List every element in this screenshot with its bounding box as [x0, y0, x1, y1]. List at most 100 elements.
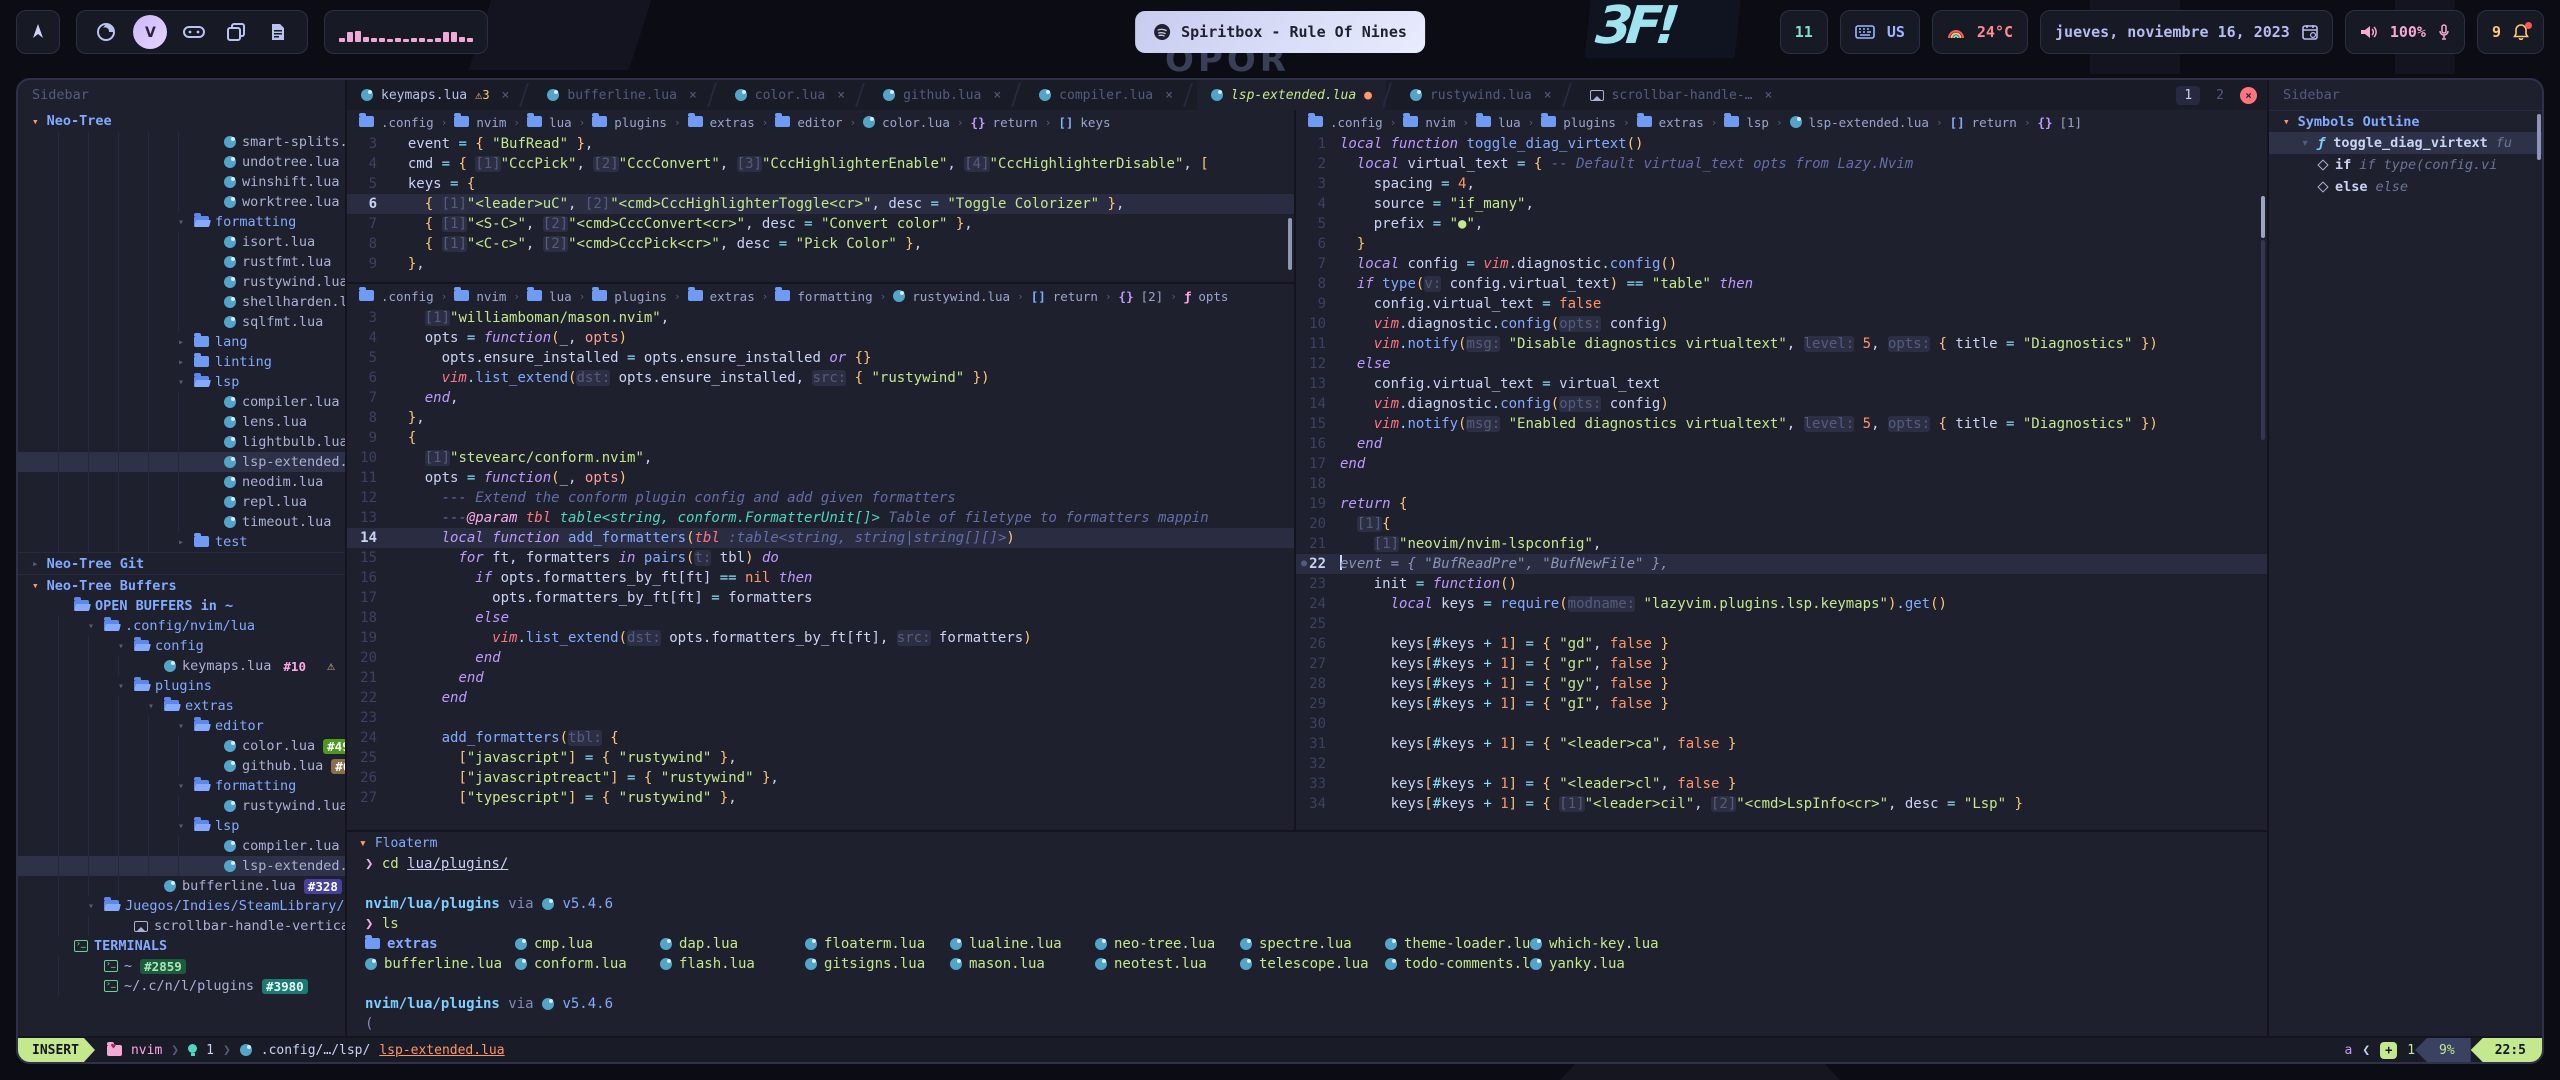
tree-item[interactable]: lsp-extended.lu[+] [18, 452, 345, 472]
now-playing-widget[interactable]: Spiritbox - Rule Of Nines [1135, 11, 1425, 53]
tabpage-2[interactable]: 2 [2208, 86, 2232, 105]
code-line[interactable]: 28 keys[#keys + 1] = { "gy", false } [1296, 674, 2267, 694]
tree-item[interactable]: smart-splits.lua [18, 132, 345, 152]
split-rustywind-lua[interactable]: .config›nvim›lua›plugins›extras›formatti… [347, 282, 1294, 830]
app-button-firefox[interactable] [91, 17, 121, 47]
tree-item[interactable]: ▾.config/nvim/lua [18, 616, 345, 636]
split-color-lua[interactable]: .config›nvim›lua›plugins›extras›editor›c… [347, 110, 1294, 282]
tree-item[interactable]: isort.lua [18, 232, 345, 252]
tree-item[interactable]: lens.lua [18, 412, 345, 432]
close-tab-icon[interactable]: × [1544, 88, 1552, 103]
tree-item[interactable]: neodim.lua [18, 472, 345, 492]
code-line[interactable]: 9 { [347, 428, 1294, 448]
code-line[interactable]: 1local function toggle_diag_virtext() [1296, 134, 2267, 154]
section-header-neo-tree[interactable]: ▾Neo-Tree [18, 110, 345, 132]
chevron-down-icon[interactable]: ▾ [178, 377, 194, 388]
code-line[interactable]: 8 if type(v: config.virtual_text) == "ta… [1296, 274, 2267, 294]
outline-symbol-else[interactable]: elseelse [2269, 176, 2542, 198]
tree-item[interactable]: ▾editor [18, 716, 345, 736]
volume-pill[interactable]: 100% [2345, 10, 2465, 54]
tree-item[interactable]: ▾formatting [18, 776, 345, 796]
code-line[interactable]: 18 [1296, 474, 2267, 494]
code-line[interactable]: 6 } [1296, 234, 2267, 254]
code-line[interactable]: 5 keys = { [347, 174, 1294, 194]
close-tab-icon[interactable]: × [502, 88, 510, 103]
close-tab-icon[interactable]: × [1165, 88, 1173, 103]
tree-item[interactable]: lsp-extended.lu[+] [18, 856, 345, 876]
code-line[interactable]: 20 [1]{ [1296, 514, 2267, 534]
tree-item[interactable]: undotree.lua [18, 152, 345, 172]
tree-item[interactable]: worktree.lua [18, 192, 345, 212]
code-line[interactable]: 33 keys[#keys + 1] = { "<leader>cl", fal… [1296, 774, 2267, 794]
app-button-gamepad[interactable] [179, 17, 209, 47]
close-tab-icon[interactable]: × [837, 88, 845, 103]
app-button-document[interactable] [263, 17, 293, 47]
tree-item[interactable]: ▸lang [18, 332, 345, 352]
chevron-down-icon[interactable]: ▾ [178, 217, 194, 228]
tree-item[interactable]: ▾Juegos/Indies/SteamLibrary/st [18, 896, 345, 916]
code-line[interactable]: 12 else [1296, 354, 2267, 374]
code-line[interactable]: 29 keys[#keys + 1] = { "gI", false } [1296, 694, 2267, 714]
tree-item[interactable]: ▾plugins [18, 676, 345, 696]
code-line[interactable]: 21 [1]"neovim/nvim-lspconfig", [1296, 534, 2267, 554]
chevron-down-icon[interactable]: ▾ [178, 721, 194, 732]
code-line[interactable]: 5 prefix = "●", [1296, 214, 2267, 234]
code-line[interactable]: 12 --- Extend the conform plugin config … [347, 488, 1294, 508]
code-line[interactable]: 20 end [347, 648, 1294, 668]
code-line[interactable]: 22 end [347, 688, 1294, 708]
code-line[interactable]: 10 vim.diagnostic.config(opts: config) [1296, 314, 2267, 334]
tree-item[interactable]: TERMINALS [18, 936, 345, 956]
chevron-down-icon[interactable]: ▾ [148, 701, 164, 712]
tree-item[interactable]: ▸linting [18, 352, 345, 372]
code-line[interactable]: 26 ["javascriptreact"] = { "rustywind" }… [347, 768, 1294, 788]
editor-tab-keymaps-lua[interactable]: keymaps.lua⚠3× [347, 80, 523, 110]
section-header-neo-tree-git[interactable]: ▸Neo-Tree Git [18, 552, 345, 574]
weather-pill[interactable]: 24°C [1932, 10, 2028, 54]
editor-tab-rustywind-lua[interactable]: rustywind.lua× [1396, 80, 1566, 110]
code-line[interactable]: 15 vim.notify(msg: "Enabled diagnostics … [1296, 414, 2267, 434]
code-line[interactable]: 16 end [1296, 434, 2267, 454]
code-line[interactable]: 6 { [1]"<leader>uC", [2]"<cmd>CccHighlig… [347, 194, 1294, 214]
close-tab-icon[interactable]: × [1764, 88, 1772, 103]
code-line[interactable]: 21 end [347, 668, 1294, 688]
tree-item[interactable]: ▾lsp [18, 816, 345, 836]
tree-item[interactable]: rustywind.lua#726 [18, 796, 345, 816]
code-line[interactable]: 10 [1]"stevearc/conform.nvim", [347, 448, 1294, 468]
code-line[interactable]: 24 local keys = require(modname: "lazyvi… [1296, 594, 2267, 614]
code-line[interactable]: 6 vim.list_extend(dst: opts.ensure_insta… [347, 368, 1294, 388]
tree-item[interactable]: lightbulb.lua [18, 432, 345, 452]
code-line[interactable]: 11 vim.notify(msg: "Disable diagnostics … [1296, 334, 2267, 354]
chevron-down-icon[interactable]: ▾ [118, 641, 134, 652]
close-all-button[interactable]: × [2240, 87, 2257, 104]
scrollbar-handle[interactable] [2261, 196, 2265, 238]
tree-item[interactable]: ~#2859 [18, 956, 345, 976]
code-line[interactable]: 30 [1296, 714, 2267, 734]
outline-section-header[interactable]: ▾ Symbols Outline [2269, 110, 2542, 132]
floaterm-panel[interactable]: ▾ Floaterm ❯ cd lua/plugins/nvim/lua/plu… [347, 830, 2267, 1036]
code-line[interactable]: 14 local function add_formatters(tbl :ta… [347, 528, 1294, 548]
code-line[interactable]: 31 keys[#keys + 1] = { "<leader>ca", fal… [1296, 734, 2267, 754]
tree-item[interactable]: bufferline.lua#328 [18, 876, 345, 896]
code-line[interactable]: 16 if opts.formatters_by_ft[ft] == nil t… [347, 568, 1294, 588]
updates-pill[interactable]: 11 [1780, 10, 1828, 54]
code-line[interactable]: 4 source = "if_many", [1296, 194, 2267, 214]
editor-tab-lsp-extended-lua[interactable]: lsp-extended.lua● [1197, 80, 1386, 110]
code-line[interactable]: 15 for ft, formatters in pairs(t: tbl) d… [347, 548, 1294, 568]
code-line[interactable]: 26 keys[#keys + 1] = { "gd", false } [1296, 634, 2267, 654]
chevron-down-icon[interactable]: ▾ [88, 901, 104, 912]
code-line[interactable]: 34 keys[#keys + 1] = { [1]"<leader>cil",… [1296, 794, 2267, 814]
chevron-down-icon[interactable]: ▾ [88, 621, 104, 632]
code-line[interactable]: 25 ["javascript"] = { "rustywind" }, [347, 748, 1294, 768]
chevron-down-icon[interactable]: ▾ [118, 681, 134, 692]
editor-tab-color-lua[interactable]: color.lua× [721, 80, 859, 110]
code-line[interactable]: 7 end, [347, 388, 1294, 408]
code-line[interactable]: 17end [1296, 454, 2267, 474]
tree-item[interactable]: winshift.lua [18, 172, 345, 192]
tree-item[interactable]: scrollbar-handle-vertical.p [18, 916, 345, 936]
code-line[interactable]: 24 add_formatters(tbl: { [347, 728, 1294, 748]
tree-item[interactable]: ~/.c/n/l/plugins#3980 [18, 976, 345, 996]
tree-item[interactable]: github.lua#654 [18, 756, 345, 776]
tree-item[interactable]: compiler.lua [18, 392, 345, 412]
tree-item[interactable]: ▾extras [18, 696, 345, 716]
tree-item[interactable]: keymaps.lua#10⚠ [18, 656, 345, 676]
